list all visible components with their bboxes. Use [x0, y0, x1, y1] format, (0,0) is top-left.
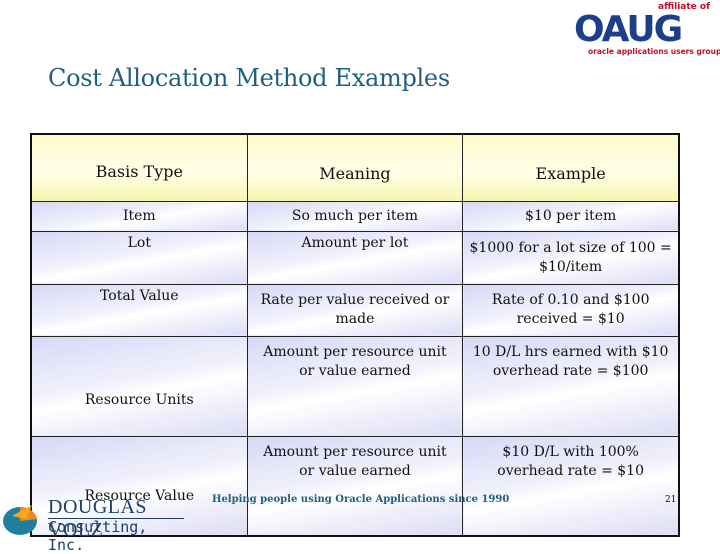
- cell-example: $1000 for a lot size of 100 = $10/item: [462, 230, 680, 285]
- cell-example: 10 D/L hrs earned with $10 overhead rate…: [462, 335, 680, 437]
- header-meaning: Meaning: [246, 133, 464, 202]
- cell-meaning: So much per item: [246, 200, 464, 232]
- company-subtitle: Consulting, Inc.: [48, 518, 148, 554]
- table-row: Total Value Rate per value received or m…: [30, 283, 680, 337]
- cell-example: $10 D/L with 100% overhead rate = $10: [462, 435, 680, 537]
- table-row: Item So much per item $10 per item: [30, 200, 680, 232]
- table-row: Lot Amount per lot $1000 for a lot size …: [30, 230, 680, 285]
- cell-meaning: Amount per resource unit or value earned: [246, 335, 464, 437]
- footer-tagline: Helping people using Oracle Applications…: [212, 494, 510, 505]
- cell-example: Rate of 0.10 and $100 received = $10: [462, 283, 680, 337]
- cell-basis: Total Value: [30, 283, 248, 337]
- table-row: Resource Units Amount per resource unit …: [30, 335, 680, 437]
- cell-basis: Resource Units: [30, 335, 248, 437]
- slide-title: Cost Allocation Method Examples: [48, 64, 450, 92]
- douglas-volz-logo: DOUGLAS VOLZ Consulting, Inc.: [0, 494, 190, 554]
- header-basis-type: Basis Type: [30, 133, 248, 202]
- cell-example: $10 per item: [462, 200, 680, 232]
- cell-basis: Item: [30, 200, 248, 232]
- cell-meaning: Rate per value received or made: [246, 283, 464, 337]
- allocation-table: Basis Type Meaning Example Item So much …: [30, 133, 680, 537]
- oaug-tagline: oracle applications users group: [588, 47, 720, 56]
- header-example: Example: [462, 133, 680, 202]
- cell-meaning: Amount per resource unit or value earned: [246, 435, 464, 537]
- page-number: 21: [665, 495, 677, 505]
- table-header-row: Basis Type Meaning Example: [30, 133, 680, 202]
- cell-meaning: Amount per lot: [246, 230, 464, 285]
- oaug-wordmark: OAUG: [574, 9, 683, 50]
- oaug-logo: affiliate of OAUG oracle applications us…: [566, 2, 720, 58]
- pie-logo-icon: [3, 505, 37, 535]
- cell-basis: Lot: [30, 230, 248, 285]
